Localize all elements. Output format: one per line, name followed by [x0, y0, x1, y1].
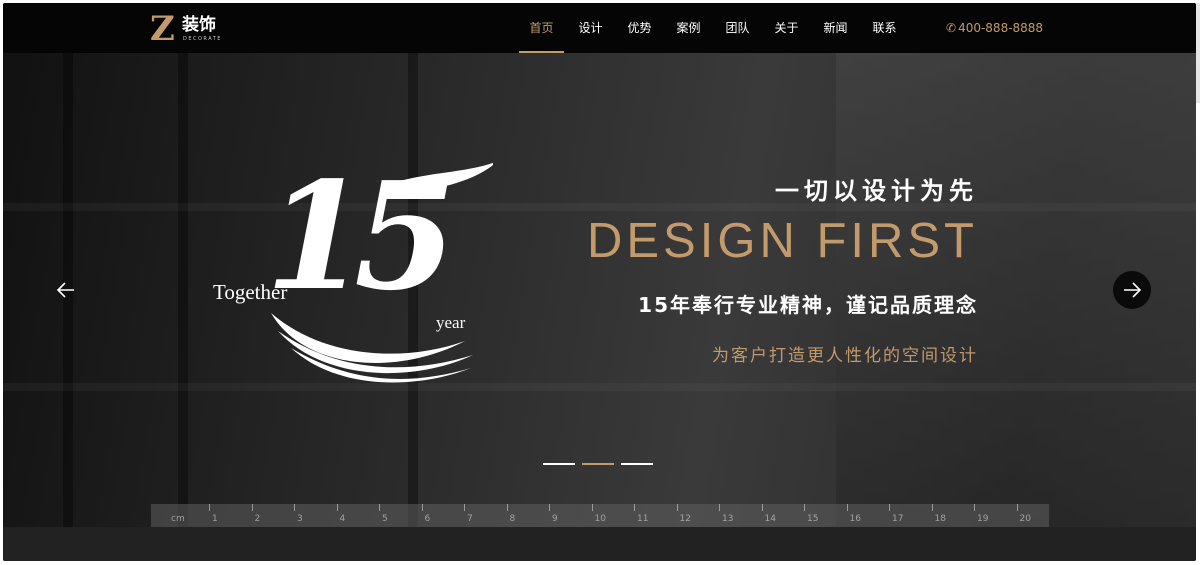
ruler-tick	[251, 504, 253, 511]
emblem-together: Together	[213, 280, 288, 304]
ruler-tick	[804, 504, 805, 511]
ruler-number: 4	[339, 514, 346, 524]
slide-indicators	[543, 463, 660, 465]
bottom-strip	[3, 527, 1196, 561]
nav-item-news[interactable]: 新闻	[811, 3, 860, 53]
ruler-number: 20	[1019, 514, 1031, 524]
logo-name: 装饰	[182, 15, 216, 35]
ruler-number: 8	[509, 514, 516, 524]
ruler-number: 16	[849, 514, 861, 524]
emblem-number: 15	[265, 149, 457, 323]
ruler-unit: cm	[171, 514, 185, 524]
ruler-number: 10	[594, 514, 606, 524]
prev-slide-button[interactable]	[47, 271, 85, 309]
subtagline: 为客户打造更人性化的空间设计	[712, 346, 978, 366]
slide-dot-active[interactable]	[582, 463, 614, 465]
arrow-right-icon	[1124, 282, 1142, 298]
ruler-tick	[889, 504, 890, 511]
ruler-tick	[974, 504, 975, 511]
ruler-number: 2	[254, 514, 261, 524]
ruler-tick	[421, 504, 423, 511]
ruler-number: 5	[382, 514, 388, 524]
ruler-number: 18	[934, 514, 946, 524]
slide-dot[interactable]	[543, 463, 575, 465]
arrow-left-icon	[56, 282, 74, 298]
phone-text: 400-888-8888	[958, 21, 1044, 35]
ruler-number: 6	[424, 514, 431, 524]
nav-item-contact[interactable]: 联系	[860, 3, 909, 53]
ruler-tick	[761, 504, 763, 511]
page-frame: Z 装饰 DECORATE 首页 设计 优势 案例 团队 关于 新闻 联系 ✆ 4…	[3, 3, 1196, 561]
ruler-tick	[379, 504, 380, 511]
ruler-tick	[676, 504, 678, 511]
site-header: Z 装饰 DECORATE 首页 设计 优势 案例 团队 关于 新闻 联系 ✆ 4…	[3, 3, 1196, 53]
slogan-en: DESIGN FIRST	[586, 214, 978, 268]
logo-mark: Z	[150, 9, 175, 49]
ruler-number: 17	[892, 514, 904, 524]
next-slide-button[interactable]	[1113, 271, 1151, 309]
slide-dot[interactable]	[621, 463, 653, 465]
nav-item-home[interactable]: 首页	[517, 3, 566, 53]
ruler-tick	[846, 504, 848, 511]
ruler-tick	[506, 504, 508, 511]
ruler-tick	[591, 504, 593, 511]
slogan-cn: 一切以设计为先	[775, 177, 978, 205]
ruler-number: 14	[764, 514, 776, 524]
ruler-number: 3	[297, 514, 303, 524]
ruler-number: 9	[552, 514, 558, 524]
nav-item-about[interactable]: 关于	[762, 3, 811, 53]
background-post	[178, 53, 188, 527]
ruler-number: 19	[977, 514, 989, 524]
phone-icon: ✆	[946, 21, 957, 35]
background-band	[3, 203, 1196, 211]
tagline: 15年奉行专业精神，谨记品质理念	[638, 293, 978, 317]
background-band	[3, 383, 1196, 391]
ruler-number: 12	[679, 514, 691, 524]
ruler-number: 7	[467, 514, 473, 524]
ruler-number: 13	[722, 514, 734, 524]
nav-item-team[interactable]: 团队	[713, 3, 762, 53]
nav-item-cases[interactable]: 案例	[664, 3, 713, 53]
logo-subtitle: DECORATE	[183, 36, 222, 42]
ruler-tick	[931, 504, 933, 511]
ruler-number: 11	[637, 514, 649, 524]
ruler-tick	[634, 504, 635, 511]
main-nav: 首页 设计 优势 案例 团队 关于 新闻 联系	[517, 3, 909, 53]
ruler-tick	[464, 504, 465, 511]
ruler-number: 1	[212, 514, 218, 524]
ruler-tick	[294, 504, 295, 511]
hero-banner: 15 Together year 一切以设计为先 DESIGN FIRST 15…	[3, 53, 1196, 527]
ruler-graphic: cm 1 2 3 4 5 6 7 8 9 10 11 12 13 14 15 16 17 18 19 20	[151, 504, 1049, 527]
ruler-tick	[336, 504, 338, 511]
nav-item-advantage[interactable]: 优势	[615, 3, 664, 53]
scrollbar[interactable]	[1196, 3, 1200, 103]
ruler-tick	[549, 504, 550, 511]
emblem-year: year	[436, 313, 466, 332]
phone-number[interactable]: ✆ 400-888-8888	[946, 3, 1043, 53]
ruler-number: 15	[807, 514, 819, 524]
ruler-tick	[719, 504, 720, 511]
ruler-tick	[209, 504, 210, 511]
nav-item-design[interactable]: 设计	[566, 3, 615, 53]
ruler-tick	[1016, 504, 1018, 511]
anniversary-emblem: 15 Together year	[203, 149, 493, 393]
